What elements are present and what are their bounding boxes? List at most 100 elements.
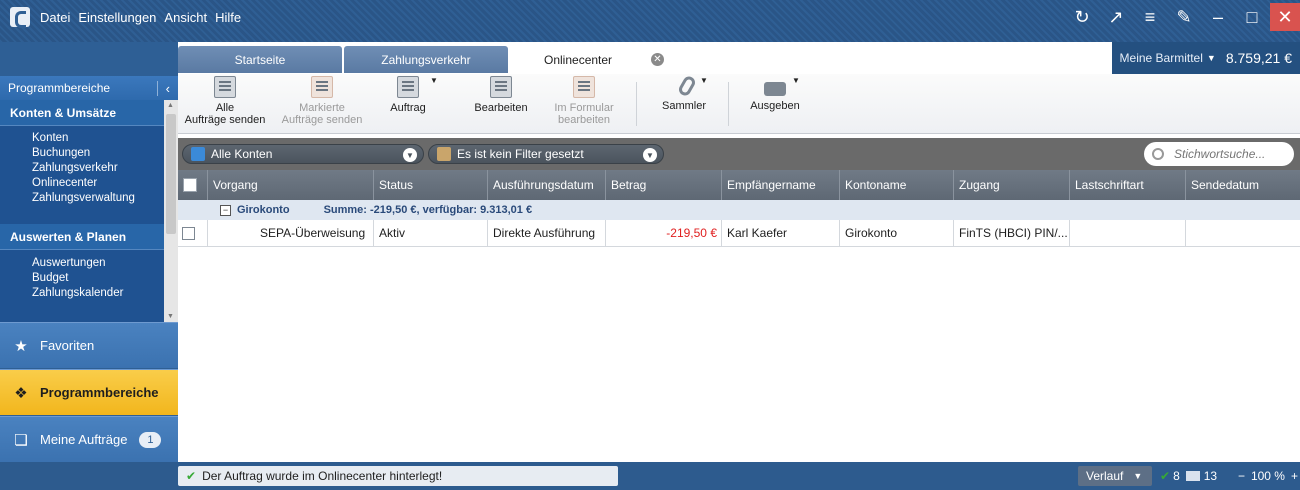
sidebar-item-auswertungen[interactable]: Auswertungen: [0, 256, 164, 271]
search-input[interactable]: [1174, 147, 1284, 161]
nav-label: Programmbereiche: [40, 385, 159, 400]
external-link-icon[interactable]: ↗: [1100, 3, 1132, 31]
search-box[interactable]: [1144, 142, 1294, 166]
button-label: bearbeiten: [558, 114, 610, 126]
group-summary: Summe: -219,50 €, verfügbar: 9.313,01 €: [323, 204, 533, 216]
in-form-edit-button[interactable]: Im Formular bearbeiten: [544, 76, 624, 126]
sidebar-group-konten[interactable]: Konten & Umsätze: [0, 100, 164, 126]
tab-onlinecenter[interactable]: Onlinecenter ✕: [510, 46, 676, 73]
column-header-sendedatum[interactable]: Sendedatum: [1186, 170, 1300, 200]
table-row[interactable]: SEPA-Überweisung Aktiv Direkte Ausführun…: [178, 220, 1300, 247]
edit-button[interactable]: Bearbeiten: [468, 76, 534, 114]
send-all-button[interactable]: Alle Aufträge senden: [184, 76, 266, 126]
sidebar-item-buchungen[interactable]: Buchungen: [0, 146, 164, 161]
order-button[interactable]: Auftrag: [378, 76, 438, 114]
dropdown-arrow-icon[interactable]: ▼: [700, 76, 708, 85]
zoom-in-button[interactable]: +: [1291, 469, 1298, 483]
sidebar-item-zahlungskalender[interactable]: Zahlungskalender: [0, 286, 164, 301]
toolbar-divider: [636, 82, 637, 126]
column-header-status[interactable]: Status: [374, 170, 488, 200]
filter-dropdown[interactable]: Es ist kein Filter gesetzt ▼: [428, 144, 664, 164]
send-marked-button[interactable]: Markierte Aufträge senden: [272, 76, 372, 126]
select-all-checkbox[interactable]: [183, 178, 197, 192]
refresh-icon[interactable]: ↻: [1066, 3, 1098, 31]
chevron-down-icon[interactable]: ▼: [643, 148, 657, 162]
sidebar-item-konten[interactable]: Konten: [0, 131, 164, 146]
chevron-down-icon[interactable]: ▼: [1133, 471, 1142, 481]
sidebar-header: Programmbereiche ‹: [0, 76, 178, 100]
button-label: Markierte: [299, 102, 345, 114]
sidebar-item-budget[interactable]: Budget: [0, 271, 164, 286]
filter-label: Es ist kein Filter gesetzt: [457, 147, 584, 161]
collapse-group-icon[interactable]: −: [220, 204, 231, 216]
cash-summary[interactable]: Meine Barmittel ▼ 8.759,21 €: [1111, 42, 1300, 74]
button-label: Ausgeben: [750, 100, 800, 112]
history-dropdown[interactable]: Verlauf ▼: [1078, 466, 1152, 486]
table-header: Vorgang Status Ausführungsdatum Betrag E…: [178, 170, 1300, 200]
maximize-button[interactable]: □: [1236, 3, 1268, 31]
account-filter-dropdown[interactable]: Alle Konten ▼: [182, 144, 424, 164]
dropdown-arrow-icon[interactable]: ▼: [792, 76, 800, 85]
group-title: Konten & Umsätze: [10, 105, 117, 120]
nav-label: Meine Aufträge: [40, 432, 128, 447]
column-header-lastschriftart[interactable]: Lastschriftart: [1070, 170, 1186, 200]
column-header-zugang[interactable]: Zugang: [954, 170, 1070, 200]
sidebar-item-zahlungsverkehr[interactable]: Zahlungsverkehr: [0, 161, 164, 176]
scroll-down-icon[interactable]: ▼: [167, 313, 174, 320]
cell-lastschriftart: [1070, 220, 1186, 246]
scroll-up-icon[interactable]: ▲: [167, 102, 174, 109]
chevron-down-icon[interactable]: ▼: [1207, 53, 1216, 63]
sidebar-item-onlinecenter[interactable]: Onlinecenter: [0, 176, 164, 191]
title-bar: Datei Einstellungen Ansicht Hilfe ↻ ↗ ≡ …: [0, 0, 1300, 42]
list-icon[interactable]: ≡: [1134, 3, 1166, 31]
form-edit-icon: [573, 76, 595, 98]
cell-kontoname: Girokonto: [840, 220, 954, 246]
zoom-out-button[interactable]: −: [1238, 469, 1245, 483]
zoom-level: 100 %: [1250, 469, 1285, 483]
scrollbar-thumb[interactable]: [166, 114, 176, 234]
count-badge: 1: [139, 431, 162, 448]
column-header-betrag[interactable]: Betrag: [606, 170, 722, 200]
collapse-icon[interactable]: ‹: [156, 80, 170, 96]
edit-icon[interactable]: ✎: [1168, 3, 1200, 31]
chevron-down-icon[interactable]: ▼: [403, 148, 417, 162]
column-header-kontoname[interactable]: Kontoname: [840, 170, 954, 200]
menu-einstellungen[interactable]: Einstellungen: [74, 10, 160, 25]
sidebar-item-zahlungsverwaltung[interactable]: Zahlungsverwaltung: [0, 191, 164, 206]
dropdown-arrow-icon[interactable]: ▼: [430, 76, 438, 85]
checkmark-icon: ✔: [1160, 469, 1171, 483]
tab-strip: Startseite Zahlungsverkehr Onlinecenter …: [178, 46, 678, 73]
column-header-empfaengername[interactable]: Empfängername: [722, 170, 840, 200]
paperclip-icon: [676, 74, 698, 98]
sidebar-tree: Konten & Umsätze Konten Buchungen Zahlun…: [0, 100, 164, 322]
close-tab-icon[interactable]: ✕: [651, 53, 664, 66]
cell-betrag: -219,50 €: [606, 220, 722, 246]
minimize-button[interactable]: –: [1202, 3, 1234, 31]
cash-value: 8.759,21 €: [1225, 50, 1292, 66]
tab-startseite[interactable]: Startseite: [178, 46, 342, 73]
nav-favoriten[interactable]: ★ Favoriten: [0, 322, 178, 368]
puzzle-icon: ❖: [14, 384, 28, 402]
cell-empfaengername: Karl Kaefer: [722, 220, 840, 246]
nav-programmbereiche[interactable]: ❖ Programmbereiche: [0, 369, 178, 415]
column-header-ausfuehrungsdatum[interactable]: Ausführungsdatum: [488, 170, 606, 200]
sidebar-scrollbar[interactable]: ▲ ▼: [164, 100, 178, 322]
mail-count: 13: [1203, 469, 1218, 483]
menu-hilfe[interactable]: Hilfe: [211, 10, 245, 25]
window-controls: ↻ ↗ ≡ ✎ – □ ✕: [1064, 0, 1300, 34]
filter-icon: [437, 147, 451, 161]
nav-label: Favoriten: [40, 338, 95, 353]
group-title: Auswerten & Planen: [10, 229, 127, 244]
column-header-vorgang[interactable]: Vorgang: [208, 170, 374, 200]
sidebar-group-auswerten[interactable]: Auswerten & Planen: [0, 224, 164, 250]
tab-label: Onlinecenter: [544, 52, 613, 67]
close-button[interactable]: ✕: [1270, 3, 1300, 31]
toolbar-divider: [728, 82, 729, 126]
menu-datei[interactable]: Datei: [36, 10, 74, 25]
status-message: ✔ Der Auftrag wurde im Onlinecenter hint…: [178, 466, 618, 486]
nav-meine-auftraege[interactable]: ❏ Meine Aufträge 1: [0, 416, 178, 462]
ok-count: 8: [1173, 469, 1180, 483]
tab-zahlungsverkehr[interactable]: Zahlungsverkehr: [344, 46, 508, 73]
row-checkbox[interactable]: [182, 226, 195, 240]
menu-ansicht[interactable]: Ansicht: [160, 10, 211, 25]
